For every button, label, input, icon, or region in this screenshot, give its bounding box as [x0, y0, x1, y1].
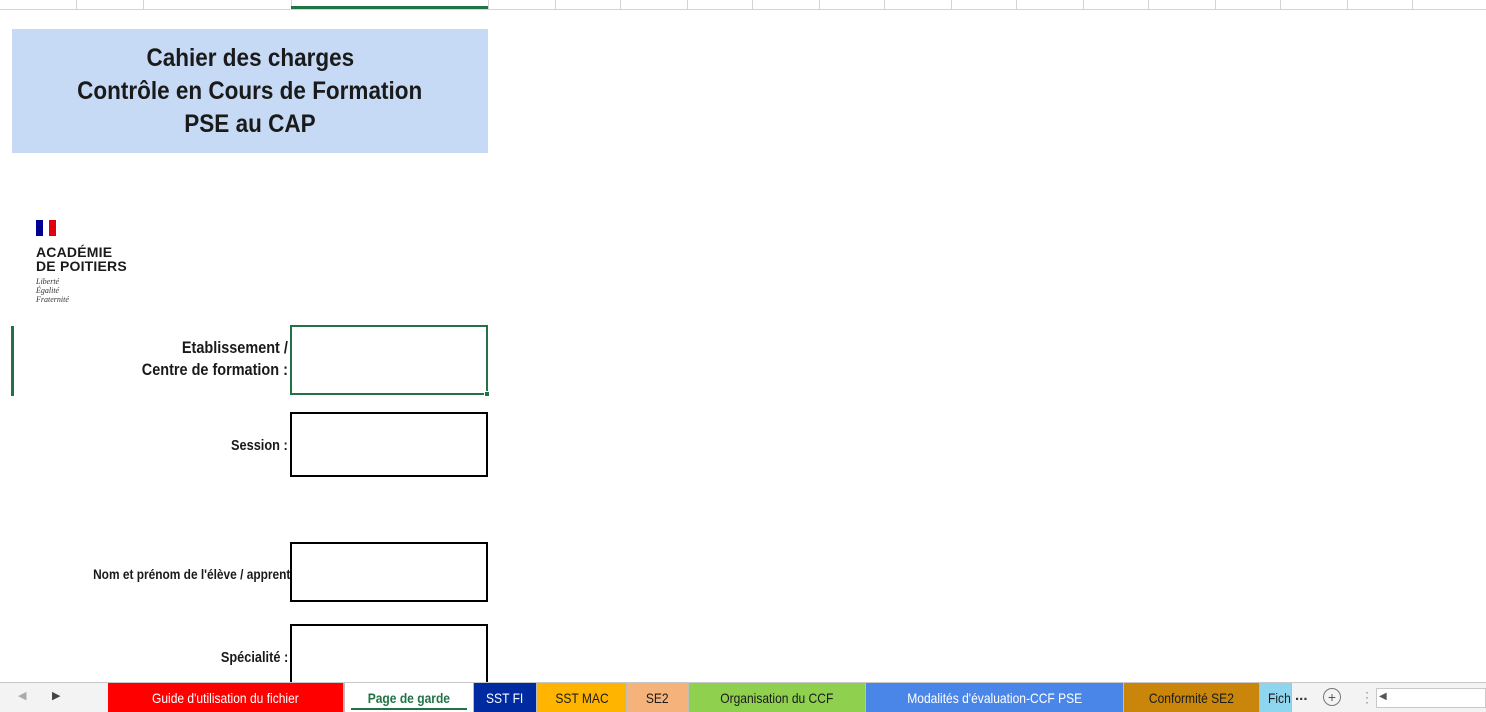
- scroll-tabs-left-icon[interactable]: ◀: [18, 689, 26, 702]
- more-tabs-button[interactable]: ...: [1295, 687, 1308, 704]
- academie-logo: ACADÉMIE DE POITIERS Liberté Égalité Fra…: [36, 220, 166, 335]
- flag-blue-stripe: [36, 220, 43, 236]
- column-header-strip: [0, 0, 1486, 10]
- etablissement-label: Etablissement / Centre de formation :: [141, 338, 288, 379]
- sheet-tab-bar: ◀ ▶ Guide d'utilisation du fichier Page …: [0, 682, 1486, 712]
- tab-modalites-evaluation[interactable]: Modalités d'évaluation-CCF PSE: [866, 683, 1124, 712]
- scroll-left-icon[interactable]: ◀: [1379, 691, 1387, 702]
- etablissement-field[interactable]: [290, 325, 490, 397]
- horizontal-scrollbar[interactable]: ◀: [1376, 688, 1486, 708]
- tab-page-de-garde[interactable]: Page de garde: [344, 683, 474, 712]
- fill-handle[interactable]: [484, 391, 490, 397]
- title-line-1: Cahier des charges: [146, 43, 354, 72]
- logo-name: ACADÉMIE DE POITIERS: [36, 244, 127, 274]
- logo-motto: Liberté Égalité Fraternité: [36, 277, 69, 304]
- title-line-3: PSE au CAP: [184, 109, 316, 138]
- tab-sst-fi[interactable]: SST FI: [474, 683, 537, 712]
- tab-conformite-se2[interactable]: Conformité SE2: [1124, 683, 1260, 712]
- active-column-indicator: [291, 6, 488, 9]
- student-name-label: Nom et prénom de l'élève / apprenti:: [93, 566, 298, 582]
- document-title-block[interactable]: Cahier des charges Contrôle en Cours de …: [12, 29, 488, 153]
- title-line-2: Contrôle en Cours de Formation: [77, 76, 423, 105]
- tab-sst-mac[interactable]: SST MAC: [537, 683, 627, 712]
- session-field[interactable]: [290, 412, 488, 477]
- flag-white-stripe: [42, 220, 50, 236]
- specialite-field[interactable]: [290, 624, 488, 684]
- row-selection-marker: [11, 326, 14, 396]
- tab-guide-utilisation[interactable]: Guide d'utilisation du fichier: [108, 683, 344, 712]
- tab-fiche-rec[interactable]: Fiche réc: [1260, 683, 1292, 712]
- tab-organisation-ccf[interactable]: Organisation du CCF: [689, 683, 866, 712]
- specialite-label: Spécialité :: [220, 649, 288, 666]
- scroll-tabs-right-icon[interactable]: ▶: [52, 689, 60, 702]
- french-flag-icon: [36, 220, 57, 236]
- flag-red-stripe: [49, 220, 57, 236]
- session-label: Session :: [231, 437, 288, 454]
- student-name-field[interactable]: [290, 542, 488, 602]
- tab-splitter-handle[interactable]: ⋮: [1360, 689, 1374, 706]
- tab-se2[interactable]: SE2: [627, 683, 689, 712]
- add-sheet-icon[interactable]: +: [1323, 688, 1341, 706]
